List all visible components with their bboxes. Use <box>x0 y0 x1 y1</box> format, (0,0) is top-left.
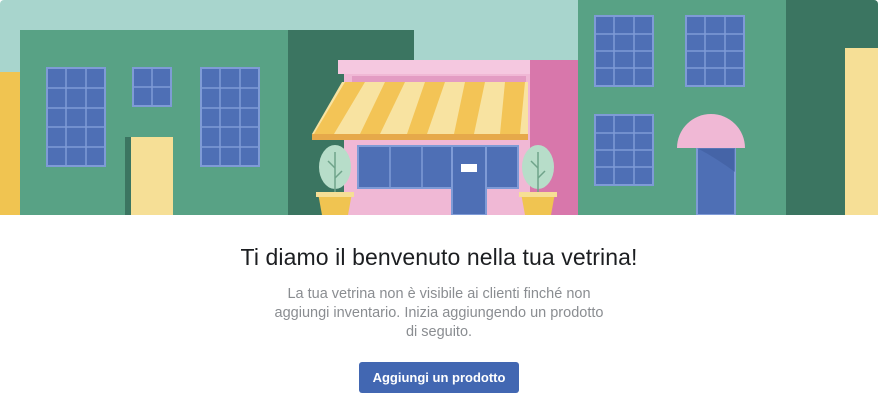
welcome-description: La tua vetrina non è visibile ai clienti… <box>274 286 604 340</box>
add-product-button[interactable]: Aggiungi un prodotto <box>359 362 519 393</box>
shop-welcome-page: Ti diamo il benvenuto nella tua vetrina!… <box>0 0 878 409</box>
storefront-illustration <box>0 0 878 215</box>
welcome-title: Ti diamo il benvenuto nella tua vetrina! <box>240 244 638 270</box>
storefront-banner <box>0 0 878 215</box>
welcome-section: Ti diamo il benvenuto nella tua vetrina!… <box>0 215 878 409</box>
